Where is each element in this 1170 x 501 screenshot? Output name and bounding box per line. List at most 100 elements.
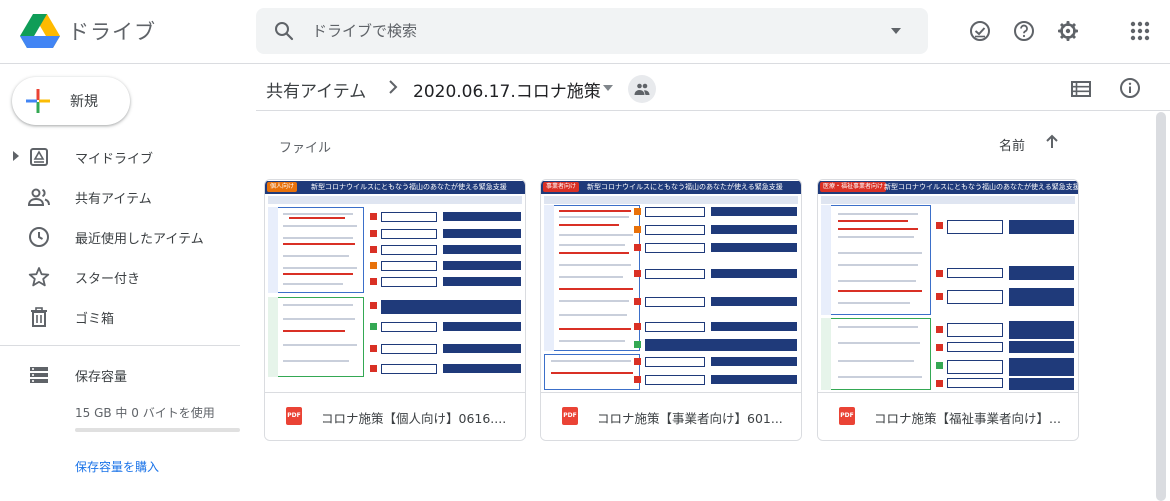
sidebar-item-trash[interactable]: ゴミ箱 — [0, 298, 240, 334]
drive-icon — [30, 148, 48, 166]
thumbnail-line — [838, 342, 920, 344]
settings-icon[interactable] — [1055, 18, 1081, 44]
chevron-down-icon[interactable] — [602, 83, 614, 93]
expand-caret-icon[interactable] — [12, 151, 20, 161]
top-bar: ドライブ — [0, 0, 1170, 64]
thumbnail-line — [559, 340, 625, 342]
thumbnail-cell — [443, 245, 521, 254]
file-card-footer[interactable]: PDF コロナ施策【事業者向け】601... — [541, 392, 801, 440]
thumbnail-cell — [443, 322, 521, 331]
search-box[interactable] — [256, 8, 928, 54]
sidebar-item-storage[interactable]: 保存容量 — [0, 356, 240, 392]
file-name[interactable]: コロナ施策【個人向け】0616.... — [321, 408, 515, 427]
search-options-icon[interactable] — [890, 25, 902, 37]
thumbnail-cell — [947, 290, 1003, 304]
thumbnail-cell — [443, 277, 521, 286]
file-name[interactable]: コロナ施策【事業者向け】601... — [597, 408, 791, 427]
thumbnail-marker — [634, 244, 641, 251]
help-icon[interactable] — [1011, 18, 1037, 44]
thumbnail-marker — [936, 344, 943, 351]
search-input[interactable] — [312, 8, 872, 54]
thumbnail-line — [283, 213, 353, 215]
thumbnail-cell — [645, 322, 705, 332]
thumbnail-marker — [936, 380, 943, 387]
thumbnail-cell — [947, 342, 1003, 352]
app-name[interactable]: ドライブ — [68, 16, 156, 46]
apps-icon[interactable] — [1127, 18, 1153, 44]
clock-icon — [29, 227, 49, 247]
sidebar-item-recent[interactable]: 最近使用したアイテム — [0, 218, 240, 254]
thumbnail-cell — [443, 212, 521, 221]
plus-icon — [26, 89, 50, 113]
file-card-footer[interactable]: PDF コロナ施策【福祉事業者向け】... — [818, 392, 1078, 440]
thumbnail-marker — [370, 302, 377, 309]
thumbnail-cell — [443, 261, 521, 270]
thumbnail-title-bar: 医療・福祉事業者向け 新型コロナウイルスにともなう福山のあなたが使える緊急支援 — [818, 181, 1078, 194]
file-card[interactable]: 個人向け 新型コロナウイルスにともなう福山のあなたが使える緊急支援 PDF コロ… — [264, 179, 526, 441]
thumbnail-marker — [370, 365, 377, 372]
search-icon[interactable] — [272, 19, 296, 43]
thumbnail-line — [559, 328, 631, 330]
thumbnail-cell — [645, 297, 705, 307]
thumbnail-line — [838, 252, 922, 254]
file-card[interactable]: 事業者向け 新型コロナウイルスにともなう福山のあなたが使える緊急支援 PDF コ… — [540, 179, 802, 441]
thumbnail-cell — [711, 297, 797, 306]
sidebar-item-label: 保存容量 — [75, 370, 128, 385]
thumbnail-side — [821, 318, 831, 390]
thumbnail-line — [283, 360, 349, 362]
thumbnail-marker — [936, 362, 943, 369]
drive-logo[interactable] — [20, 13, 60, 49]
sort-label[interactable]: 名前 — [999, 135, 1025, 154]
thumbnail-header-row — [544, 196, 798, 204]
thumbnail-cell — [381, 245, 437, 255]
sidebar-item-shared[interactable]: 共有アイテム — [0, 178, 240, 214]
thumbnail-cell — [381, 212, 437, 222]
file-thumbnail[interactable]: 医療・福祉事業者向け 新型コロナウイルスにともなう福山のあなたが使える緊急支援 — [818, 180, 1078, 392]
file-card-footer[interactable]: PDF コロナ施策【個人向け】0616.... — [265, 392, 525, 440]
trash-icon — [31, 307, 47, 327]
breadcrumb-current[interactable]: 2020.06.17.コロナ施策 — [413, 77, 601, 102]
file-name[interactable]: コロナ施策【福祉事業者向け】... — [874, 408, 1068, 427]
scrollbar[interactable] — [1156, 112, 1166, 501]
thumbnail-cell — [645, 225, 705, 235]
thumbnail-cell — [645, 269, 705, 279]
thumbnail-line — [283, 237, 353, 239]
arrow-up-icon[interactable] — [1043, 133, 1061, 151]
thumbnail-tag: 事業者向け — [543, 182, 580, 192]
sidebar-item-my-drive[interactable]: マイドライブ — [0, 138, 240, 174]
new-button-label: 新規 — [70, 94, 98, 110]
sidebar-item-label: 最近使用したアイテム — [75, 232, 204, 247]
thumbnail-line — [283, 304, 353, 306]
thumbnail-line — [559, 210, 631, 212]
thumbnail-marker — [936, 293, 943, 300]
thumbnail-line — [559, 314, 627, 316]
thumbnail-title-bar: 個人向け 新型コロナウイルスにともなう福山のあなたが使える緊急支援 — [265, 181, 525, 194]
list-view-icon[interactable] — [1069, 77, 1093, 101]
new-button[interactable]: 新規 — [12, 77, 130, 125]
buy-storage-link[interactable]: 保存容量を購入 — [75, 458, 159, 475]
thumbnail-cell — [645, 207, 705, 217]
thumbnail-cell — [947, 378, 1003, 388]
thumbnail-line — [838, 376, 922, 378]
storage-icon — [30, 367, 48, 383]
file-thumbnail[interactable]: 個人向け 新型コロナウイルスにともなう福山のあなたが使える緊急支援 — [265, 180, 525, 392]
sidebar-item-starred[interactable]: スター付き — [0, 258, 240, 294]
file-card[interactable]: 医療・福祉事業者向け 新型コロナウイルスにともなう福山のあなたが使える緊急支援 — [817, 179, 1079, 441]
thumbnail-block — [268, 207, 364, 293]
thumbnail-line — [559, 244, 625, 246]
shared-folder-badge[interactable] — [628, 75, 656, 103]
thumbnail-marker — [936, 270, 943, 277]
breadcrumb-root[interactable]: 共有アイテム — [266, 77, 366, 102]
file-thumbnail[interactable]: 事業者向け 新型コロナウイルスにともなう福山のあなたが使える緊急支援 — [541, 180, 801, 392]
info-icon[interactable] — [1118, 76, 1142, 100]
thumbnail-cell — [1009, 266, 1074, 280]
thumbnail-cell — [645, 375, 705, 385]
section-title-files: ファイル — [279, 141, 332, 156]
people-icon — [634, 83, 650, 95]
thumbnail-line — [838, 220, 908, 222]
offline-ready-icon[interactable] — [967, 18, 993, 44]
thumbnail-marker — [634, 298, 641, 305]
thumbnail-side — [268, 207, 278, 293]
thumbnail-header-row — [821, 196, 1075, 204]
thumbnail-line — [838, 213, 918, 215]
